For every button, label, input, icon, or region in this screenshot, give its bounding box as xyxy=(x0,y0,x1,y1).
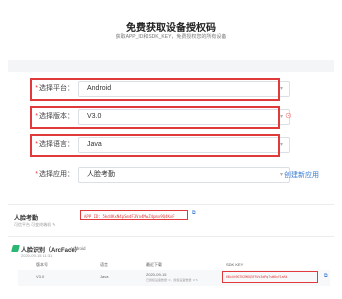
platform-select[interactable]: Android ▾ xyxy=(78,81,290,97)
language-select[interactable]: Java ▾ xyxy=(78,137,290,153)
row-version: V3.0 xyxy=(36,274,45,279)
page-subtitle: 获取APP_ID和SDK_KEY，免费授权您的所有设备 xyxy=(115,34,227,40)
help-icon[interactable]: ⊙ xyxy=(285,111,292,120)
col-sdk-key: SDK KEY xyxy=(226,262,244,267)
platform-row: *选择平台： Android ▾ xyxy=(14,78,290,100)
row-sdk-key[interactable]: 6Bx4h9G7K2M6Q5F9Vz3dPq7sW8nY1aR4 xyxy=(226,275,287,279)
row-download: 2020-09-15 xyxy=(146,272,167,277)
chevron-down-icon: ▾ xyxy=(279,114,283,120)
app-label: *选择应用： xyxy=(35,171,74,178)
app-card-title: 人脸考勤 xyxy=(14,216,39,222)
arcface-logo-icon xyxy=(11,245,20,252)
chevron-down-icon: ▾ xyxy=(279,172,283,178)
language-row: *选择语言： Java ▾ xyxy=(14,134,290,156)
page-title: 免费获取设备授权码 xyxy=(126,23,216,34)
language-value: Java xyxy=(87,141,102,148)
version-value: V3.0 xyxy=(87,113,102,120)
version-row: *选择版本： V3.0 ▾ xyxy=(14,106,290,128)
version-label: *选择版本： xyxy=(35,113,74,120)
copy-icon[interactable]: ⧉ xyxy=(324,273,328,279)
app-value: 人脸考勤 xyxy=(87,171,115,178)
platform-label: *选择平台： xyxy=(35,85,74,92)
create-app-link[interactable]: 创建新应用 xyxy=(284,170,319,180)
app-card-meta: 可信平台 可变终端机 ✎ xyxy=(14,222,56,227)
row-download-note: 已授权设备数量: 0，授权设备数量: 0 ✎ xyxy=(146,278,199,282)
col-language: 语言 xyxy=(100,262,108,267)
platform-value: Android xyxy=(87,85,112,92)
col-version: 版本号 xyxy=(36,262,48,267)
sdk-card-platform: Android xyxy=(70,246,86,251)
divider xyxy=(8,236,334,237)
chevron-down-icon: ▾ xyxy=(279,142,283,148)
sdk-table-header: 版本号 语言 最近下载 SDK KEY xyxy=(28,262,328,270)
table-row: V3.0 Java 2020-09-15 已授权设备数量: 0，授权设备数量: … xyxy=(18,270,330,286)
app-row: *选择应用： 人脸考勤 ▾ xyxy=(14,164,290,186)
app-id-value[interactable]: APP ID：5kd4KxN4pSmdF3Vn4MwZ4pmx9Q4KxF xyxy=(84,214,175,220)
language-label: *选择语言： xyxy=(35,141,74,148)
version-select[interactable]: V3.0 ▾ xyxy=(78,109,290,125)
col-download: 最近下载 xyxy=(146,262,162,267)
toolbar-band xyxy=(8,60,334,72)
chevron-down-icon: ▾ xyxy=(279,86,283,92)
app-select[interactable]: 人脸考勤 ▾ xyxy=(78,167,290,183)
sdk-card-date: 2020-09-15 11:31 xyxy=(21,253,53,258)
copy-icon[interactable]: ⧉ xyxy=(192,210,196,216)
row-language: Java xyxy=(100,274,109,279)
divider xyxy=(8,204,334,205)
